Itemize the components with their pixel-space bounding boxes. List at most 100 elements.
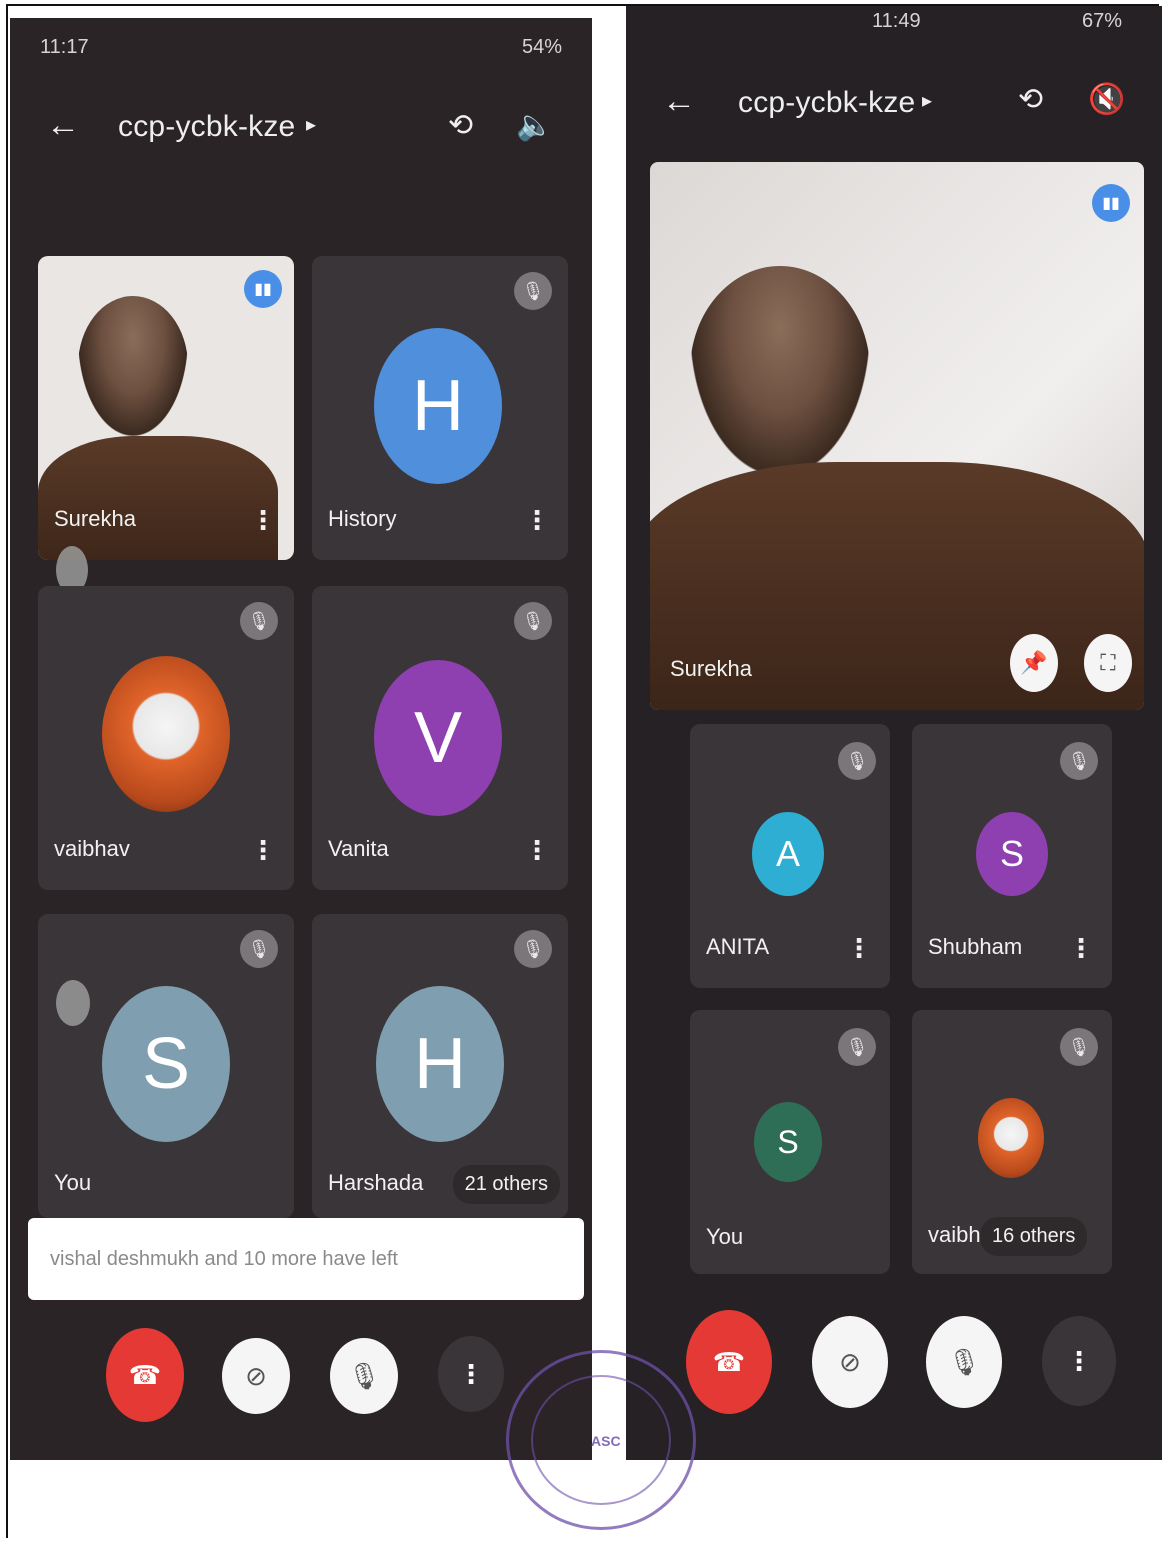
participant-name: vaibhav [54,836,130,861]
avatar-initial: H [412,366,464,446]
participant-tile-vaibhav[interactable]: 🎙 vaibhav ⋮ [38,586,294,890]
speaking-indicator-icon: ▮▮ [1092,184,1130,222]
profile-picture [978,1098,1044,1178]
switch-camera-icon[interactable]: ⟲ [448,108,473,143]
meeting-code[interactable]: ccp-ycbk-kze [118,110,295,144]
participant-name: Shubham [928,934,1023,959]
mic-off-icon: 🎙 [838,742,876,780]
camera-toggle-button[interactable]: ⊘ [812,1316,888,1408]
avatar-initial: S [141,1024,191,1104]
participant-name: vaibh [928,1222,981,1247]
participant-name: You [706,1224,744,1249]
fullscreen-icon: ⛶ [1100,650,1116,675]
avatar-initial: H [414,1024,466,1104]
participant-tile-you[interactable]: 🎙 S You [690,1010,890,1274]
mic-off-icon: 🎙 [1060,742,1098,780]
more-vert-icon: ⋮ [458,1358,484,1389]
meeting-header: ← ccp-ycbk-kze ▸ ⟲ 🔈 [10,98,592,158]
mic-toggle-button[interactable]: 🎙 [926,1316,1002,1408]
mic-off-icon: 🎙 [347,1360,381,1391]
avatar: A [752,812,824,896]
speaker-icon[interactable]: 🔈 [516,108,553,143]
speaker-muted-icon[interactable]: 🔇 [1088,82,1125,117]
mic-toggle-button[interactable]: 🎙 [330,1338,398,1414]
avatar-initial: V [413,698,463,778]
participant-tile-history[interactable]: 🎙 H History ⋮ [312,256,568,560]
back-arrow-icon[interactable]: ← [662,82,696,121]
participant-tile-harshada[interactable]: 🎙 H Harshada 21 others [312,914,568,1218]
avatar: H [374,328,502,484]
participant-tile-surekha[interactable]: ▮▮ Surekha ⋮ [38,256,294,560]
mic-off-icon: 🎙 [240,930,278,968]
camera-off-icon: ⊘ [245,1360,267,1391]
meeting-code[interactable]: ccp-ycbk-kze [738,86,915,120]
stamp-text: ASC [591,1433,621,1449]
avatar-initial: A [775,833,800,874]
participant-tile-anita[interactable]: 🎙 A ANITA ⋮ [690,724,890,988]
redaction-blob [56,980,90,1026]
status-bar: 11:17 54% [10,18,592,78]
end-call-button[interactable]: ☎ [106,1328,184,1422]
more-options-button[interactable]: ⋮ [1042,1316,1116,1406]
participant-name: You [54,1170,92,1195]
battery-level: 67% [1081,10,1122,32]
notification-banner: vishal deshmukh and 10 more have left [28,1218,584,1300]
more-vert-icon[interactable]: ⋮ [250,835,276,866]
fullscreen-button[interactable]: ⛶ [1084,634,1132,692]
expand-caret-icon[interactable]: ▸ [922,88,932,113]
avatar: S [976,812,1048,896]
more-vert-icon[interactable]: ⋮ [1068,933,1094,964]
mic-off-icon: 🎙 [947,1346,981,1377]
camera-toggle-button[interactable]: ⊘ [222,1338,290,1414]
participant-tile-you[interactable]: 🎙 S You [38,914,294,1218]
avatar: V [374,660,502,816]
mic-off-icon: 🎙 [240,602,278,640]
others-count-badge[interactable]: 16 others [980,1217,1088,1256]
others-count-badge[interactable]: 21 others [452,1165,560,1204]
battery-level: 54% [521,36,562,58]
participant-tile-vanita[interactable]: 🎙 V Vanita ⋮ [312,586,568,890]
more-vert-icon: ⋮ [1066,1345,1092,1376]
mic-off-icon: 🎙 [1060,1028,1098,1066]
participant-name: Surekha [54,506,136,531]
phone-screenshot-left: 11:17 54% ← ccp-ycbk-kze ▸ ⟲ 🔈 ▮▮ Surekh… [10,18,592,1460]
end-call-icon: ☎ [128,1359,162,1390]
avatar: S [754,1102,822,1182]
expand-caret-icon[interactable]: ▸ [306,112,316,137]
meeting-header: ← ccp-ycbk-kze ▸ ⟲ 🔇 [626,80,1162,140]
back-arrow-icon[interactable]: ← [46,106,80,145]
video-body [38,436,278,560]
avatar-initial: S [999,833,1024,874]
more-vert-icon[interactable]: ⋮ [524,505,550,536]
switch-camera-icon[interactable]: ⟲ [1018,82,1043,117]
mic-off-icon: 🎙 [514,602,552,640]
camera-off-icon: ⊘ [839,1346,861,1377]
video-person [78,296,188,436]
more-vert-icon[interactable]: ⋮ [524,835,550,866]
phone-screenshot-right: 11:49 67% ← ccp-ycbk-kze ▸ ⟲ 🔇 ▮▮ Surekh… [626,6,1162,1460]
avatar: H [376,986,504,1142]
participant-name: ANITA [706,934,770,959]
more-vert-icon[interactable]: ⋮ [846,933,872,964]
more-options-button[interactable]: ⋮ [438,1336,504,1412]
participant-name: Surekha [670,656,752,681]
mic-off-icon: 🎙 [514,272,552,310]
avatar-initial: S [777,1123,799,1160]
pin-icon: 📌 [1020,650,1048,675]
end-call-button[interactable]: ☎ [686,1310,772,1414]
participant-name: Vanita [328,836,389,861]
speaking-indicator-icon: ▮▮ [244,270,282,308]
notification-text: vishal deshmukh and 10 more have left [50,1248,398,1270]
profile-picture [102,656,230,812]
status-bar: 11:49 67% [626,6,1162,66]
video-person [690,266,870,476]
featured-video-surekha[interactable]: ▮▮ Surekha 📌 ⛶ [650,162,1144,710]
end-call-icon: ☎ [712,1346,746,1377]
pin-button[interactable]: 📌 [1010,634,1058,692]
participant-tile-vaibhav[interactable]: 🎙 vaibh 16 others [912,1010,1112,1274]
official-stamp: ASC [506,1350,696,1530]
mic-off-icon: 🎙 [838,1028,876,1066]
participant-tile-shubham[interactable]: 🎙 S Shubham ⋮ [912,724,1112,988]
more-vert-icon[interactable]: ⋮ [250,505,276,536]
participant-name: History [328,506,397,531]
